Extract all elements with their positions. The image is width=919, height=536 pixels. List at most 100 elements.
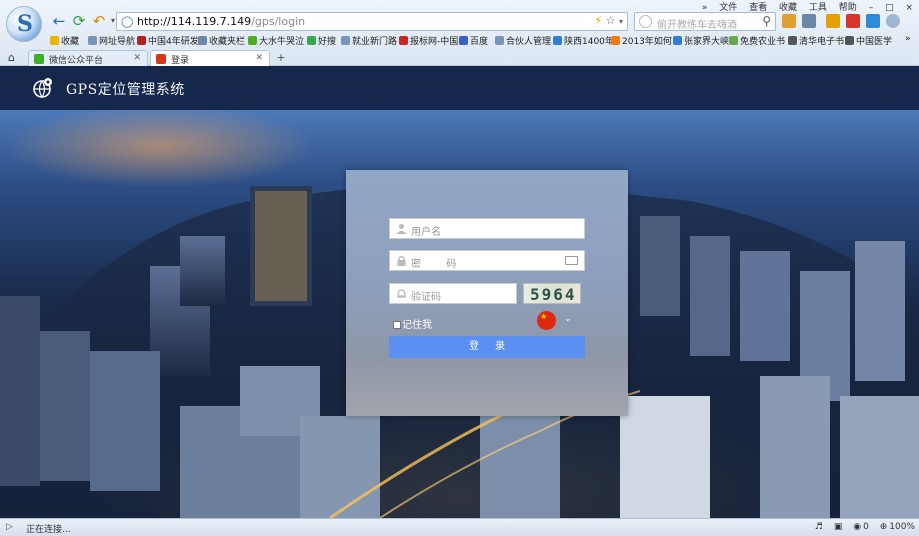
menu-bar: » 文件 查看 收藏 工具 帮助 – □ × [693,0,913,13]
keyboard-icon[interactable] [565,256,578,265]
lock-icon [397,255,406,266]
page-header: GPS定位管理系统 [0,66,919,110]
bookmark-item[interactable]: 陕西1400年 [553,34,614,47]
remember-me[interactable]: 记住我 [393,316,432,331]
close-tab-icon[interactable]: ✕ [133,53,141,63]
bookmark-label: 张家界大峡 [684,37,730,47]
bookmark-favicon-icon [495,36,504,45]
menu-help[interactable]: 帮助 [839,3,857,13]
china-flag-icon[interactable]: ★ [537,311,556,330]
captcha-image[interactable]: 5964 [523,283,581,304]
menu-file[interactable]: 文件 [719,3,737,13]
restore-icon[interactable]: □ [885,3,894,13]
security-count[interactable]: ◉ 0 [853,522,869,532]
captcha-code: 5964 [530,285,577,304]
bookmark-item[interactable]: 张家界大峡 [673,34,729,47]
username-input[interactable]: 用户名 [411,223,441,238]
tab-wechat[interactable]: 微信公众平台 ✕ [28,50,148,66]
bookmark-item[interactable]: 网址导航 [88,34,135,47]
refresh-icon[interactable]: ⟳ [70,12,88,30]
speaker-icon[interactable]: ♬ [815,522,823,532]
captcha-input[interactable]: 验证码 [411,288,441,303]
language-dropdown-icon[interactable]: ⌄ [564,314,572,324]
menu-tools[interactable]: 工具 [809,3,827,13]
bookmark-item[interactable]: 收藏 [50,34,79,47]
extension-icon[interactable] [782,14,796,28]
minimize-icon[interactable]: – [869,3,874,13]
wechat-icon [34,54,44,64]
bookmark-item[interactable]: 清华电子书 [788,34,844,47]
bookmark-label: 百度 [470,37,489,47]
username-field[interactable]: 用户名 [389,218,585,239]
menu-overflow[interactable]: » [702,3,708,13]
bookmark-item[interactable]: 收藏夹栏 [198,34,245,47]
close-icon[interactable]: × [905,3,913,13]
bookmark-favicon-icon [307,36,316,45]
bookmark-label: 网址导航 [99,37,136,47]
globe-icon[interactable] [886,14,900,28]
login-button[interactable]: 登录 [389,336,585,358]
password-field[interactable]: 密 码 [389,250,585,271]
lightning-icon[interactable]: ⚡ [594,14,602,27]
zoom-level[interactable]: ⊕ 100% [880,522,915,532]
toolbar-extensions [782,12,916,31]
bookmark-item[interactable]: » [905,34,911,44]
shield-icon: ◯ [121,15,134,28]
address-dropdown-icon[interactable]: ▾ [619,17,623,26]
bookmark-item[interactable]: 就业新门路 [341,34,397,47]
menu-view[interactable]: 查看 [749,3,767,13]
bookmark-item[interactable]: 百度 [459,34,488,47]
address-bar[interactable]: ◯ http://114.119.7.149/gps/login ⚡ ☆ ▾ [116,12,628,31]
bookmark-label: 就业新门路 [352,37,398,47]
url-text[interactable]: http://114.119.7.149/gps/login [137,15,305,28]
new-tab-button[interactable]: + [273,51,289,65]
bookmark-item[interactable]: 合伙人管理 [495,34,551,47]
search-box[interactable]: 偷开教练车去嗨酒 ⚲ [634,12,776,31]
bookmark-favicon-icon [845,36,854,45]
bookmark-favicon-icon [729,36,738,45]
bookmark-label: 报标网-中国 [410,37,459,47]
star-icon[interactable]: ☆ [606,14,616,27]
search-icon[interactable]: ⚲ [762,14,771,28]
scissors-icon[interactable] [802,14,816,28]
password-input[interactable]: 密 码 [411,255,456,270]
sidebar-toggle-icon[interactable]: ▷ [6,522,13,532]
bookmark-label: 免费农业书 [740,37,786,47]
bookmark-favicon-icon [611,36,620,45]
menu-favorites[interactable]: 收藏 [779,3,797,13]
bookmark-label: 2013年如何 [622,37,672,47]
tab-login[interactable]: 登录 ✕ [150,50,270,66]
search-engine-icon[interactable] [639,15,652,28]
bookmark-favicon-icon [341,36,350,45]
search-input[interactable]: 偷开教练车去嗨酒 [657,16,737,31]
close-tab-icon[interactable]: ✕ [255,53,263,63]
bookmark-item[interactable]: 中国4年研发 [137,34,199,47]
system-title: GPS定位管理系统 [66,82,185,98]
bookmarks-bar: 收藏 网址导航 中国4年研发 收藏夹栏 大水牛哭泣 好搜 就业新门路 报标网-中国 百度 合伙人管… [0,33,919,48]
back-arrow-icon[interactable]: ← [50,12,68,30]
address-actions: ⚡ ☆ ▾ [594,14,623,27]
bookmark-item[interactable]: 中国医学 [845,34,892,47]
home-icon[interactable]: ⌂ [8,51,15,64]
bookmark-item[interactable]: 大水牛哭泣 [248,34,304,47]
tab-strip: ⌂ 微信公众平台 ✕ 登录 ✕ + [0,49,919,66]
tab-label: 登录 [171,56,190,66]
status-bar: ▷ 正在连接... ♬ ▣ ◉ 0 ⊕ 100% [0,518,919,536]
remember-checkbox[interactable] [393,321,401,329]
news-icon[interactable] [866,14,880,28]
bookmark-item[interactable]: 2013年如何 [611,34,672,47]
bookmark-favicon-icon [399,36,408,45]
key-icon[interactable] [826,14,840,28]
briefcase-icon[interactable]: ▣ [834,522,843,532]
security-count-value: 0 [863,522,869,532]
bookmark-label: 收藏 [61,37,80,47]
bookmark-label: 中国医学 [856,37,893,47]
bookmark-item[interactable]: 好搜 [307,34,336,47]
bookmark-label: 合伙人管理 [506,37,552,47]
gift-icon[interactable] [846,14,860,28]
bookmark-label: 清华电子书 [799,37,845,47]
url-path: /gps/login [251,15,306,28]
bookmark-item[interactable]: 免费农业书 [729,34,785,47]
captcha-field[interactable]: 验证码 [389,283,517,304]
bookmark-item[interactable]: 报标网-中国 [399,34,458,47]
